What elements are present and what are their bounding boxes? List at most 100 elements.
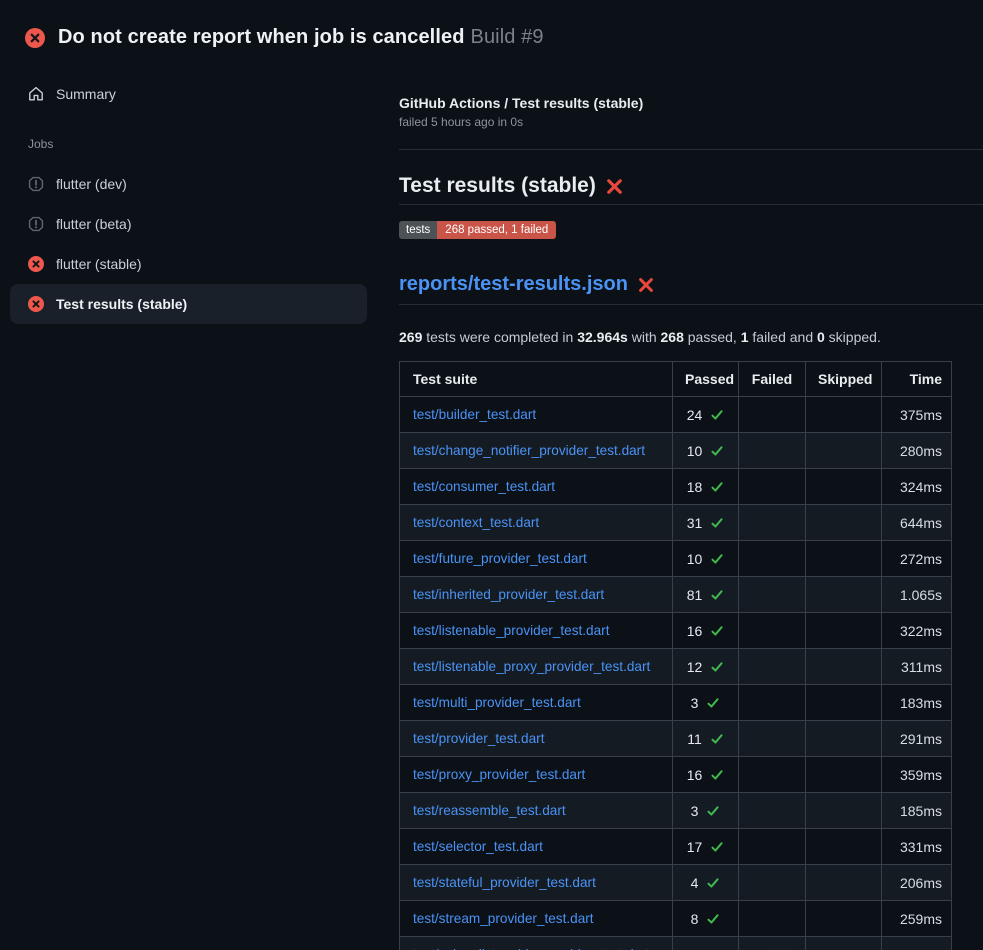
section-heading: Test results (stable) <box>399 173 596 199</box>
section-heading-row: Test results (stable) <box>399 173 983 205</box>
skipped-cell <box>806 649 882 685</box>
jobs-list: flutter (dev) flutter (beta) <box>10 164 367 324</box>
table-row: test/multi_provider_test.dart 3 183ms <box>400 685 952 721</box>
titlebar: Do not create report when job is cancell… <box>0 0 983 57</box>
page-title: Do not create report when job is cancell… <box>58 26 544 49</box>
sidebar-item-job-2[interactable]: flutter (stable) <box>10 244 367 284</box>
test-suite-link[interactable]: test/stateful_provider_test.dart <box>413 875 596 890</box>
failed-cell <box>739 577 806 613</box>
sidebar-item-summary[interactable]: Summary <box>10 75 367 113</box>
passed-cell: 8 <box>673 901 739 937</box>
table-row: test/value_listenable_provider_test.dart… <box>400 937 952 950</box>
passed-cell: 24 <box>673 397 739 433</box>
failure-x-icon <box>638 277 654 293</box>
table-row: test/proxy_provider_test.dart 16 359ms <box>400 757 952 793</box>
table-header-row: Test suitePassedFailedSkippedTime <box>400 362 952 397</box>
time-cell: 206ms <box>882 865 952 901</box>
time-cell: 302ms <box>882 937 952 950</box>
stop-octagon-icon <box>28 176 44 192</box>
failed-cell <box>739 469 806 505</box>
x-circle-icon <box>25 28 45 48</box>
test-suite-link[interactable]: test/change_notifier_provider_test.dart <box>413 443 645 458</box>
test-suite-link[interactable]: test/reassemble_test.dart <box>413 803 566 818</box>
test-suite-link[interactable]: test/provider_test.dart <box>413 731 544 746</box>
skipped-cell <box>806 469 882 505</box>
failed-cell <box>739 685 806 721</box>
check-icon <box>710 588 724 602</box>
check-icon <box>710 516 724 530</box>
check-icon <box>706 876 720 890</box>
time-cell: 280ms <box>882 433 952 469</box>
table-row: test/listenable_provider_test.dart 16 32… <box>400 613 952 649</box>
failed-cell <box>739 793 806 829</box>
job-label: flutter (dev) <box>56 176 127 192</box>
test-suite-link[interactable]: test/future_provider_test.dart <box>413 551 587 566</box>
breadcrumb: GitHub Actions / Test results (stable) <box>399 94 983 112</box>
table-row: test/stream_provider_test.dart 8 259ms <box>400 901 952 937</box>
failed-cell <box>739 721 806 757</box>
passed-cell: 4 <box>673 865 739 901</box>
passed-cell: 17 <box>673 829 739 865</box>
check-icon <box>710 660 724 674</box>
column-header: Failed <box>739 362 806 397</box>
table-row: test/provider_test.dart 11 291ms <box>400 721 952 757</box>
time-cell: 644ms <box>882 505 952 541</box>
time-cell: 331ms <box>882 829 952 865</box>
skipped-cell <box>806 577 882 613</box>
job-label: Test results (stable) <box>56 296 187 312</box>
skipped-cell <box>806 829 882 865</box>
sidebar-item-job-1[interactable]: flutter (beta) <box>10 204 367 244</box>
job-label: flutter (stable) <box>56 256 142 272</box>
run-title: Do not create report when job is cancell… <box>58 26 465 48</box>
failed-cell: 1 <box>739 937 806 950</box>
check-icon <box>710 408 724 422</box>
passed-cell: 18 <box>673 469 739 505</box>
test-suite-link[interactable]: test/multi_provider_test.dart <box>413 695 581 710</box>
divider <box>399 149 983 150</box>
skipped-cell <box>806 865 882 901</box>
table-row: test/selector_test.dart 17 331ms <box>400 829 952 865</box>
build-number: Build #9 <box>471 26 544 48</box>
time-cell: 259ms <box>882 901 952 937</box>
passed-cell: 3 <box>673 685 739 721</box>
report-link-heading[interactable]: reports/test-results.json <box>399 272 628 297</box>
tests-badge: tests 268 passed, 1 failed <box>399 221 556 239</box>
time-cell: 272ms <box>882 541 952 577</box>
summary-line: 269 tests were completed in 32.964s with… <box>399 328 983 346</box>
check-icon <box>710 732 724 746</box>
skipped-cell <box>806 793 882 829</box>
table-row: test/inherited_provider_test.dart 81 1.0… <box>400 577 952 613</box>
test-suite-link[interactable]: test/inherited_provider_test.dart <box>413 587 604 602</box>
skipped-cell <box>806 685 882 721</box>
test-suite-link[interactable]: test/builder_test.dart <box>413 407 536 422</box>
check-icon <box>710 840 724 854</box>
badge-label: tests <box>399 221 437 239</box>
failed-cell <box>739 757 806 793</box>
check-icon <box>710 444 724 458</box>
check-icon <box>710 480 724 494</box>
test-suite-link[interactable]: test/listenable_provider_test.dart <box>413 623 609 638</box>
passed-cell: 11 <box>673 721 739 757</box>
test-suite-link[interactable]: test/context_test.dart <box>413 515 539 530</box>
time-cell: 311ms <box>882 649 952 685</box>
test-suite-link[interactable]: test/listenable_proxy_provider_test.dart <box>413 659 650 674</box>
time-cell: 375ms <box>882 397 952 433</box>
failed-cell <box>739 865 806 901</box>
column-header: Passed <box>673 362 739 397</box>
report-heading-row: reports/test-results.json <box>399 272 983 305</box>
test-suite-link[interactable]: test/selector_test.dart <box>413 839 543 854</box>
check-icon <box>706 912 720 926</box>
sidebar-item-job-0[interactable]: flutter (dev) <box>10 164 367 204</box>
passed-cell: 16 <box>673 757 739 793</box>
skipped-cell <box>806 433 882 469</box>
passed-cell: 81 <box>673 577 739 613</box>
test-suite-link[interactable]: test/stream_provider_test.dart <box>413 911 594 926</box>
passed-cell: 10 <box>673 541 739 577</box>
sidebar-item-job-3[interactable]: Test results (stable) <box>10 284 367 324</box>
summary-label: Summary <box>56 86 116 102</box>
test-suite-link[interactable]: test/consumer_test.dart <box>413 479 555 494</box>
test-suite-link[interactable]: test/proxy_provider_test.dart <box>413 767 585 782</box>
failed-cell <box>739 541 806 577</box>
skipped-cell <box>806 721 882 757</box>
check-icon <box>710 552 724 566</box>
